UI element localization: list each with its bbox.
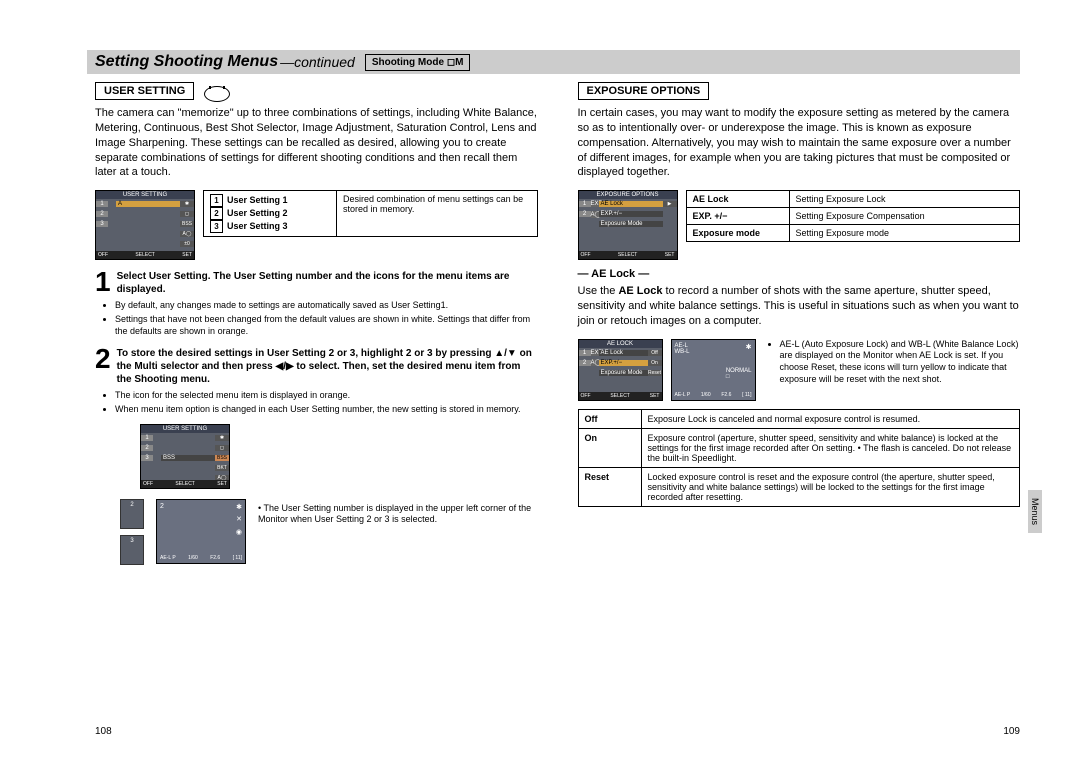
ae-ss-title: AE LOCK — [579, 340, 662, 348]
ss-menu-set: SET — [182, 252, 192, 258]
us-desc: Desired combination of menu settings can… — [337, 191, 538, 237]
page-subtitle: —continued — [280, 54, 355, 70]
ss-menu-select: SELECT — [135, 252, 154, 258]
header-bar: Setting Shooting Menus —continued Shooti… — [87, 50, 1020, 74]
exp-ss-title: EXPOSURE OPTIONS — [579, 191, 677, 199]
step-1-text: Select User Setting. The User Setting nu… — [117, 268, 538, 296]
corner-caption: • The User Setting number is displayed i… — [258, 499, 538, 526]
exposure-screenshot: EXPOSURE OPTIONS 1EXPAE Lock▶ 2A◯EXP.+/−… — [578, 190, 678, 260]
user-setting-table: 1User Setting 1 2User Setting 2 3User Se… — [203, 190, 538, 237]
exposure-heading: EXPOSURE OPTIONS — [578, 82, 710, 100]
ss-menu-off: OFF — [98, 252, 108, 258]
ss2-title: USER SETTING — [141, 425, 229, 433]
ss1-title: USER SETTING — [96, 191, 194, 199]
step-1-number: 1 — [95, 268, 111, 296]
step-2-text: To store the desired settings in User Se… — [117, 345, 538, 386]
step-2-number: 2 — [95, 345, 111, 373]
us-row-2: User Setting 2 — [227, 208, 288, 218]
user-setting-heading: USER SETTING — [95, 82, 194, 100]
step1-bullet-0: By default, any changes made to settings… — [115, 300, 538, 312]
user-setting-screenshot-2: USER SETTING 1✱ 2◻ 3BSSBSS BKT A◯ OFFSEL… — [140, 424, 230, 489]
right-column: EXPOSURE OPTIONS In certain cases, you m… — [578, 82, 1021, 575]
step1-bullet-1: Settings that have not been changed from… — [115, 314, 538, 337]
shooting-mode-label: Shooting Mode — [372, 57, 444, 68]
camera-icon: ◻M — [447, 57, 464, 68]
side-tab-menus: Menus — [1028, 490, 1042, 533]
page-number-right: 109 — [1003, 726, 1020, 737]
step2-bullet-1: When menu item option is changed in each… — [115, 404, 538, 416]
us-row-1: User Setting 1 — [227, 195, 288, 205]
ae-lock-screenshot-2: AE-LWB-L ✱ NORMAL□ AE-L P1/60F2.6[ 11] — [671, 339, 756, 401]
us-row-3: User Setting 3 — [227, 221, 288, 231]
step-2-bullets: The icon for the selected menu item is d… — [115, 390, 538, 415]
monitor-screenshot: 2 ✱ ✕ ◉ AE-L P1/60F2.6[ 11] — [156, 499, 246, 564]
user-setting-intro: The camera can "memorize" up to three co… — [95, 106, 538, 180]
step-1-bullets: By default, any changes made to settings… — [115, 300, 538, 337]
left-column: USER SETTING The camera can "memorize" u… — [95, 82, 538, 575]
ae-notes: AE-L (Auto Exposure Lock) and WB-L (Whit… — [766, 339, 1021, 386]
exposure-options-table: AE LockSetting Exposure Lock EXP. +/−Set… — [686, 190, 1021, 242]
shooting-mode-box: Shooting Mode ◻M — [365, 54, 471, 71]
page-number-left: 108 — [95, 726, 112, 737]
dial-icon — [204, 86, 230, 102]
ae-lock-table: OffExposure Lock is canceled and normal … — [578, 409, 1021, 507]
ae-lock-screenshot-1: AE LOCK 1EXPAE LockOff 2A◯EXP.+/−On Expo… — [578, 339, 663, 401]
step2-bullet-0: The icon for the selected menu item is d… — [115, 390, 538, 402]
page-title: Setting Shooting Menus — [95, 53, 278, 71]
exposure-intro: In certain cases, you may want to modify… — [578, 106, 1021, 180]
user-setting-screenshot-1: USER SETTING 1A✱ 2◻ 3BSS A◯ ±0 OFF SELEC… — [95, 190, 195, 260]
corner-indicator-2: 3 — [120, 535, 144, 565]
ss2-bss: BSS — [161, 455, 215, 461]
ae-lock-heading: — AE Lock — — [578, 268, 1021, 280]
ae-lock-intro: Use the AE Lock to record a number of sh… — [578, 284, 1021, 329]
corner-indicator-1: 2 — [120, 499, 144, 529]
